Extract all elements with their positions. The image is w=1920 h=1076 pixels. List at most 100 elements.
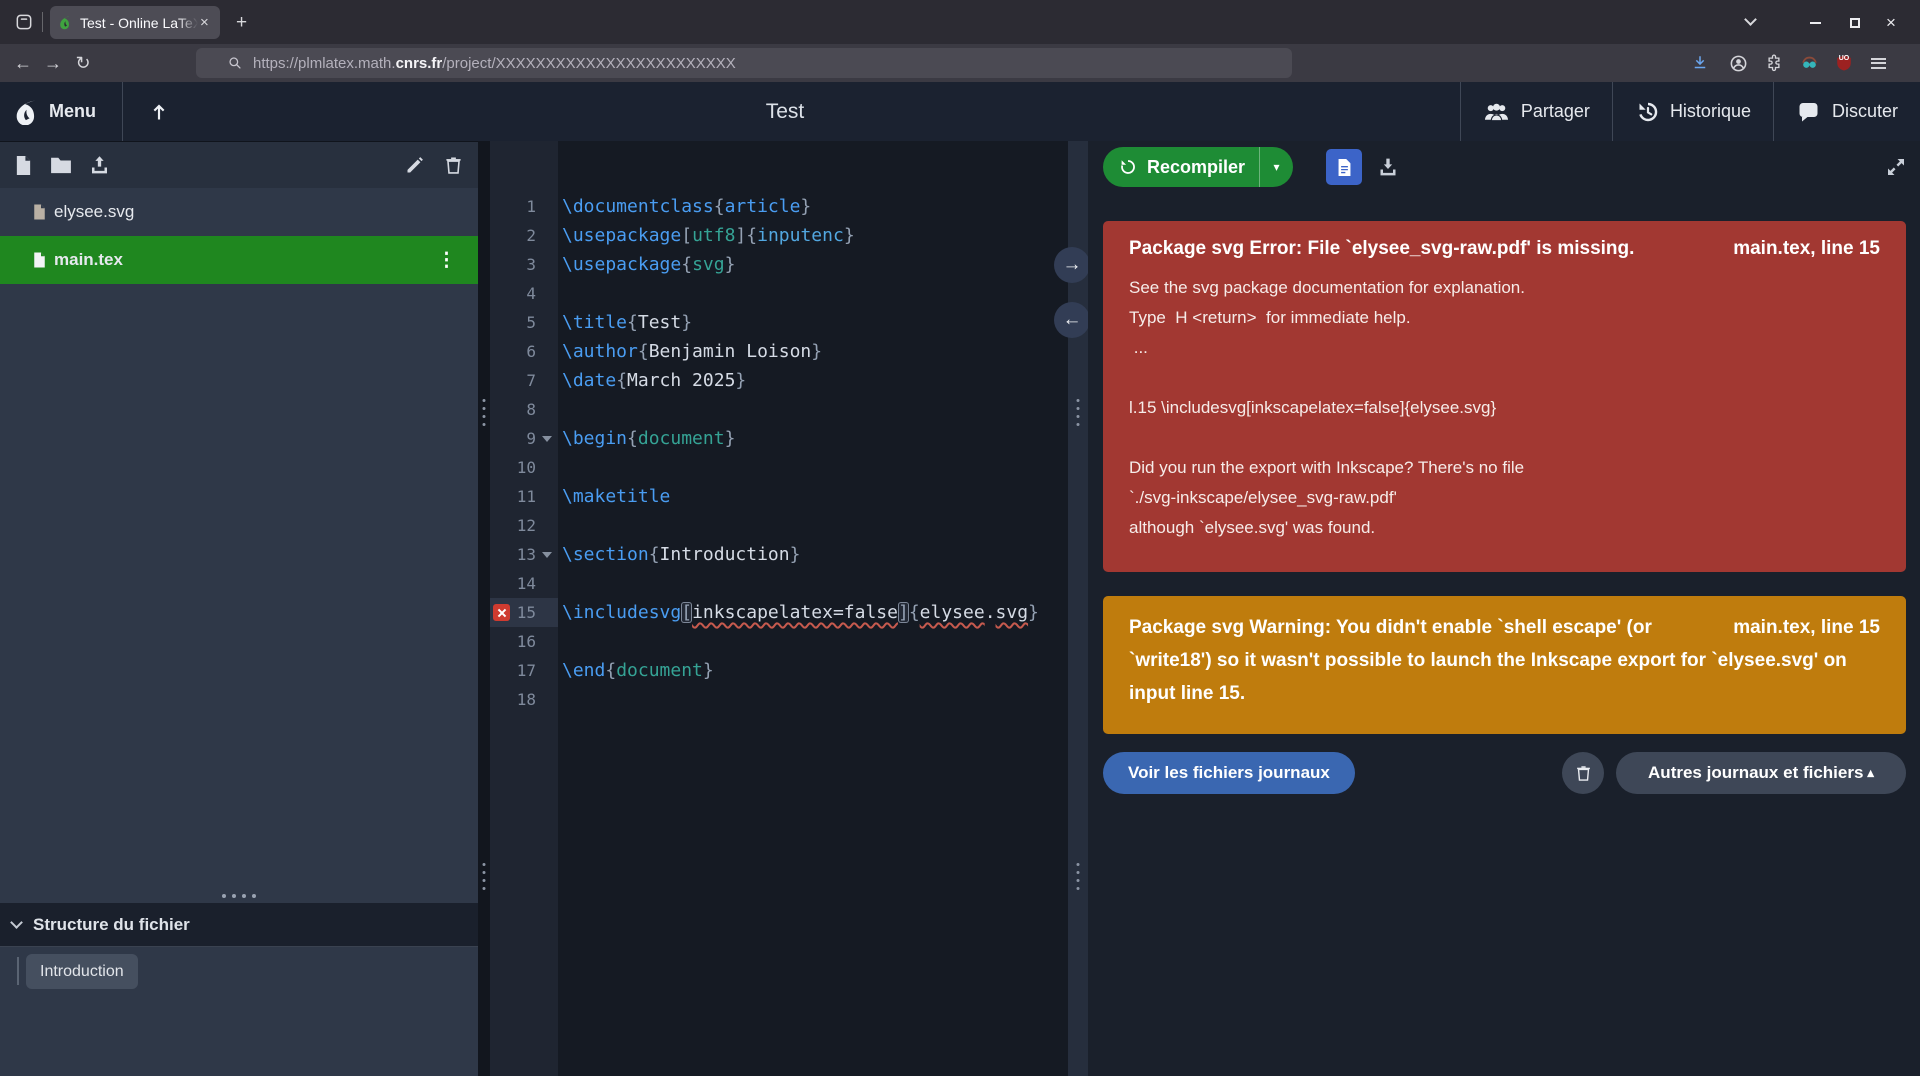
line-number: 1 <box>490 197 536 216</box>
gutter-line-14[interactable]: 14 <box>490 569 558 598</box>
downloads-icon[interactable] <box>1686 50 1714 76</box>
gutter-line-3[interactable]: 3 <box>490 250 558 279</box>
line-number: 6 <box>490 342 536 361</box>
code-line-16[interactable] <box>562 627 1068 656</box>
log-error-entry[interactable]: Package svg Error: File `elysee_svg-raw.… <box>1103 221 1906 572</box>
gutter-line-1[interactable]: 1 <box>490 192 558 221</box>
back-button[interactable]: ← <box>8 44 38 82</box>
ublock-label: UO <box>1830 55 1858 62</box>
code-line-3[interactable]: \usepackage{svg} <box>562 250 1068 279</box>
code-line-9[interactable]: \begin{document} <box>562 424 1068 453</box>
line-number: 11 <box>490 487 536 506</box>
error-location-link[interactable]: main.tex, line 15 <box>1733 238 1880 260</box>
recompile-dropdown[interactable]: ▾ <box>1259 147 1293 187</box>
upload-file-button[interactable] <box>84 150 114 180</box>
forward-button[interactable]: → <box>38 44 68 82</box>
code-line-4[interactable] <box>562 279 1068 308</box>
code-line-7[interactable]: \date{March 2025} <box>562 366 1068 395</box>
gutter-line-16[interactable]: 16 <box>490 627 558 656</box>
account-icon[interactable] <box>1724 50 1752 76</box>
file-name: elysee.svg <box>54 202 134 222</box>
chat-button[interactable]: Discuter <box>1773 82 1920 141</box>
outline-item-Introduction[interactable]: Introduction <box>26 954 138 989</box>
new-tab-button[interactable]: + <box>228 9 255 36</box>
window-maximize-button[interactable] <box>1840 12 1870 34</box>
new-folder-button[interactable] <box>46 150 76 180</box>
gutter-line-15[interactable]: 15 <box>490 598 558 627</box>
panel-resize-handle[interactable] <box>0 889 478 903</box>
editor-left-resizer[interactable] <box>478 141 490 1076</box>
code-line-17[interactable]: \end{document} <box>562 656 1068 685</box>
file-item-elysee.svg[interactable]: elysee.svg <box>0 188 478 236</box>
share-button[interactable]: Partager <box>1460 82 1612 141</box>
new-file-button[interactable] <box>8 150 38 180</box>
file-item-main.tex[interactable]: main.tex⋮ <box>0 236 478 284</box>
download-pdf-icon[interactable] <box>1370 149 1406 185</box>
gutter-line-6[interactable]: 6 <box>490 337 558 366</box>
extensions-puzzle-icon[interactable] <box>1760 50 1788 76</box>
expand-icon[interactable] <box>1880 151 1912 183</box>
people-icon <box>1483 101 1510 123</box>
gutter-line-2[interactable]: 2 <box>490 221 558 250</box>
code-line-11[interactable]: \maketitle <box>562 482 1068 511</box>
gutter-line-4[interactable]: 4 <box>490 279 558 308</box>
editor-code[interactable]: \documentclass{article}\usepackage[utf8]… <box>558 141 1068 1076</box>
gutter-line-11[interactable]: 11 <box>490 482 558 511</box>
code-editor[interactable]: 123456789101112131415161718 \documentcla… <box>490 141 1068 1076</box>
window-minimize-button[interactable] <box>1800 12 1830 34</box>
other-logs-label: Autres journaux et fichiers <box>1648 763 1863 783</box>
menu-hamburger-icon[interactable] <box>1864 50 1892 76</box>
recompile-button[interactable]: Recompiler ▾ <box>1103 147 1293 187</box>
go-to-pdf-button[interactable]: → <box>1054 247 1090 283</box>
history-label: Historique <box>1670 101 1751 122</box>
rename-pencil-icon[interactable] <box>400 150 430 180</box>
code-line-18[interactable] <box>562 685 1068 714</box>
gutter-line-5[interactable]: 5 <box>490 308 558 337</box>
code-line-15[interactable]: \includesvg[inkscapelatex=false]{elysee.… <box>562 598 1068 627</box>
browser-tab[interactable]: Test - Online LaTeX Editor × <box>50 6 220 39</box>
code-line-6[interactable]: \author{Benjamin Loison} <box>562 337 1068 366</box>
code-line-10[interactable] <box>562 453 1068 482</box>
tab-close-icon[interactable]: × <box>200 15 209 30</box>
gutter-line-10[interactable]: 10 <box>490 453 558 482</box>
gutter-line-18[interactable]: 18 <box>490 685 558 714</box>
log-warning-entry[interactable]: main.tex, line 15 Package svg Warning: Y… <box>1103 596 1906 734</box>
menu-button[interactable]: Menu <box>14 82 96 141</box>
extension-glasses-icon[interactable] <box>1795 50 1823 76</box>
gutter-line-17[interactable]: 17 <box>490 656 558 685</box>
window-close-button[interactable]: × <box>1876 12 1906 34</box>
view-logs-button[interactable]: Voir les fichiers journaux <box>1103 752 1355 794</box>
line-number: 7 <box>490 371 536 390</box>
code-line-8[interactable] <box>562 395 1068 424</box>
gutter-line-13[interactable]: 13 <box>490 540 558 569</box>
view-pdf-button[interactable] <box>1326 149 1362 185</box>
firefox-view-icon[interactable] <box>10 8 38 36</box>
code-line-12[interactable] <box>562 511 1068 540</box>
delete-trash-icon[interactable] <box>438 150 468 180</box>
gutter-line-9[interactable]: 9 <box>490 424 558 453</box>
code-line-5[interactable]: \title{Test} <box>562 308 1068 337</box>
code-line-13[interactable]: \section{Introduction} <box>562 540 1068 569</box>
outline-header[interactable]: Structure du fichier <box>0 903 478 947</box>
ublock-shield-icon[interactable]: UO <box>1830 50 1858 76</box>
history-button[interactable]: Historique <box>1612 82 1773 141</box>
code-line-14[interactable] <box>562 569 1068 598</box>
gutter-line-8[interactable]: 8 <box>490 395 558 424</box>
url-bar[interactable]: https://plmlatex.math.cnrs.fr/project/XX… <box>196 48 1292 78</box>
go-to-code-button[interactable]: ← <box>1054 302 1090 338</box>
line-number: 13 <box>490 545 536 564</box>
code-line-1[interactable]: \documentclass{article} <box>562 192 1068 221</box>
fold-caret-icon[interactable] <box>542 552 552 558</box>
fold-caret-icon[interactable] <box>542 436 552 442</box>
upload-project-button[interactable] <box>131 82 187 141</box>
warning-location-link[interactable]: main.tex, line 15 <box>1733 611 1880 644</box>
other-logs-button[interactable]: Autres journaux et fichiers ▴ <box>1616 752 1906 794</box>
reload-button[interactable]: ↻ <box>68 44 98 82</box>
tab-list-chevron-icon[interactable] <box>1742 14 1758 30</box>
code-line-2[interactable]: \usepackage[utf8]{inputenc} <box>562 221 1068 250</box>
gutter-line-12[interactable]: 12 <box>490 511 558 540</box>
file-menu-kebab-icon[interactable]: ⋮ <box>437 236 456 284</box>
clear-cache-trash-button[interactable] <box>1562 752 1604 794</box>
gutter-line-7[interactable]: 7 <box>490 366 558 395</box>
url-path: /project/XXXXXXXXXXXXXXXXXXXXXXXX <box>442 55 735 72</box>
